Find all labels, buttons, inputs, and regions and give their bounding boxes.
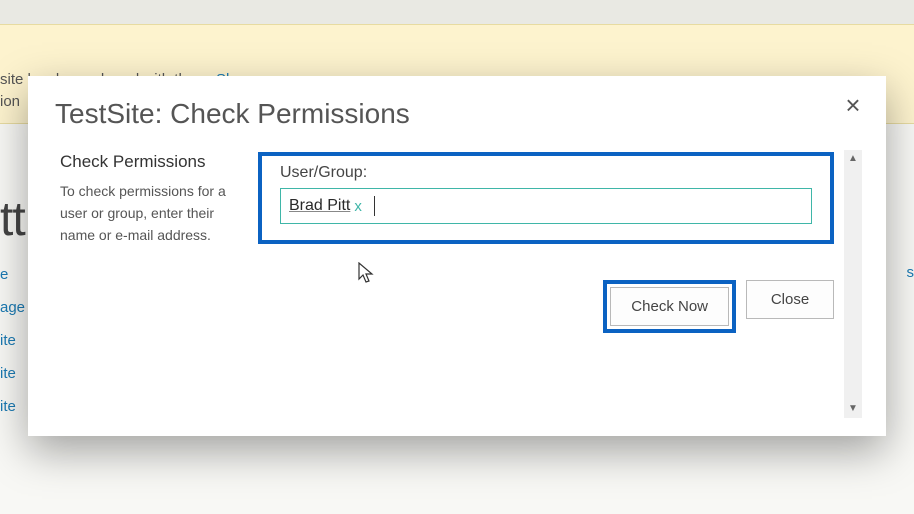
bg-link[interactable]: ite (0, 324, 25, 357)
dialog-right-column: User/Group: Brad Pitt x Check Now Close (258, 152, 834, 244)
close-button[interactable]: Close (746, 280, 834, 319)
scrollbar-track[interactable]: ▲ ▼ (844, 150, 862, 418)
background-page-title-fragment: tt (0, 192, 25, 247)
close-icon[interactable]: × (838, 90, 868, 120)
user-group-label: User/Group: (280, 164, 812, 182)
dialog-body: Check Permissions To check permissions f… (60, 152, 834, 426)
background-left-links: e age ite ite ite (0, 258, 25, 423)
background-top-stripe (0, 0, 914, 24)
bg-link[interactable]: ite (0, 390, 25, 423)
bg-link[interactable]: e (0, 258, 25, 291)
dialog-button-row: Check Now Close (603, 280, 834, 333)
scroll-down-icon[interactable]: ▼ (844, 400, 862, 418)
bg-link[interactable]: ite (0, 357, 25, 390)
text-caret (374, 196, 375, 216)
people-chip[interactable]: Brad Pitt (289, 197, 350, 215)
section-description: To check permissions for a user or group… (60, 180, 235, 246)
check-now-button[interactable]: Check Now (610, 287, 729, 326)
dialog-left-column: Check Permissions To check permissions f… (60, 152, 235, 246)
dialog-title: TestSite: Check Permissions (55, 98, 410, 130)
check-permissions-dialog: × TestSite: Check Permissions ▲ ▼ Check … (28, 76, 886, 436)
section-heading: Check Permissions (60, 152, 235, 172)
scroll-up-icon[interactable]: ▲ (844, 150, 862, 168)
bg-link[interactable]: age (0, 291, 25, 324)
user-group-highlight: User/Group: Brad Pitt x (258, 152, 834, 244)
background-right-char: s (907, 264, 914, 281)
notice-text-line2: ion (0, 93, 20, 110)
user-group-input[interactable]: Brad Pitt x (280, 188, 812, 224)
people-chip-remove-icon[interactable]: x (354, 198, 362, 215)
check-now-highlight: Check Now (603, 280, 736, 333)
